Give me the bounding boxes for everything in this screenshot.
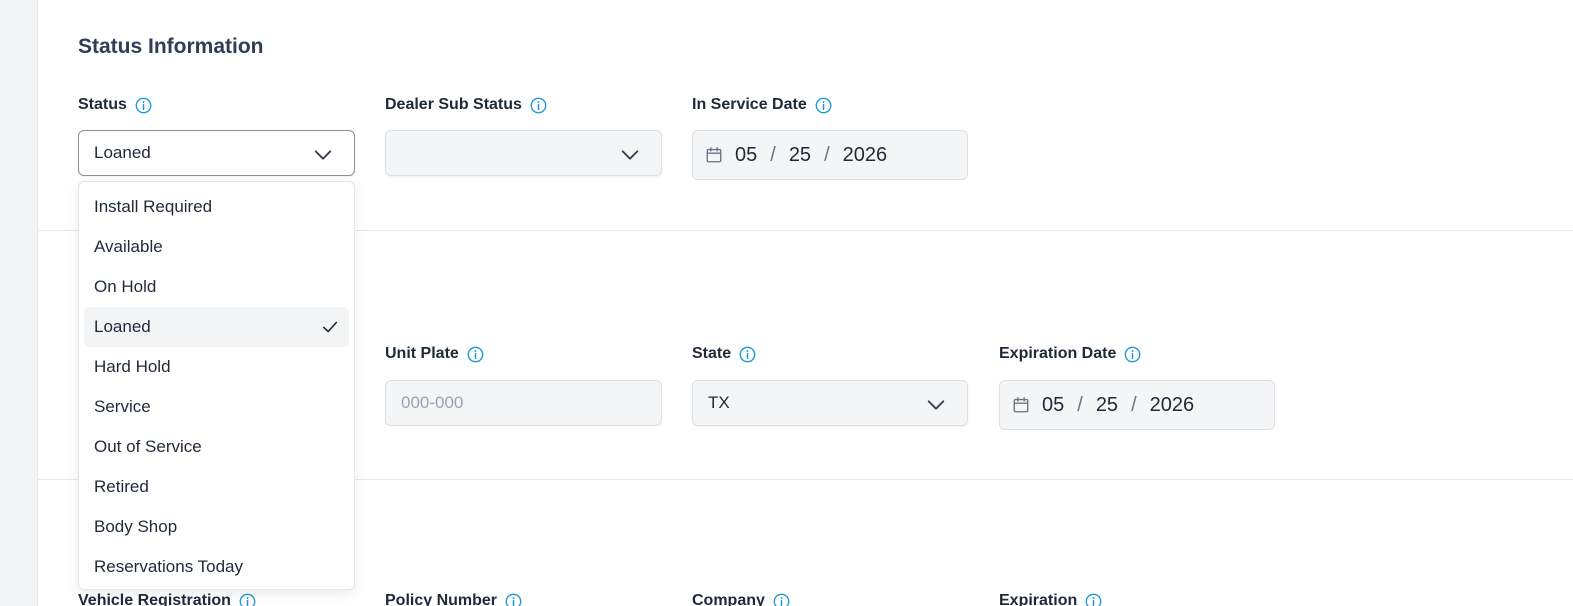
calendar-icon[interactable] (705, 146, 723, 164)
expiration-label: Expiration (999, 592, 1102, 606)
vehicle-registration-label-text: Vehicle Registration (78, 592, 231, 606)
info-icon[interactable] (739, 346, 756, 363)
info-icon[interactable] (530, 97, 547, 114)
info-icon[interactable] (773, 593, 790, 606)
checkmark-icon (322, 321, 338, 333)
info-icon[interactable] (1124, 346, 1141, 363)
vehicle-registration-label: Vehicle Registration (78, 592, 256, 606)
state-label: State (692, 345, 756, 363)
status-option-label: Retired (94, 477, 149, 496)
status-option[interactable]: Retired (84, 467, 349, 507)
status-option[interactable]: Available (84, 227, 349, 267)
expiration-label-text: Expiration (999, 592, 1078, 606)
info-icon[interactable] (135, 97, 152, 114)
status-option-label: Install Required (94, 197, 213, 216)
state-label-text: State (692, 345, 732, 362)
info-icon[interactable] (505, 593, 522, 606)
date-year[interactable]: 2026 (843, 144, 888, 167)
chevron-down-icon (621, 150, 639, 160)
state-select[interactable]: TX (692, 380, 968, 426)
date-month[interactable]: 05 (735, 144, 757, 167)
chevron-down-icon (927, 400, 945, 410)
info-icon[interactable] (467, 346, 484, 363)
status-option-label: Service (94, 397, 151, 416)
status-option-label: On Hold (94, 277, 157, 296)
status-select[interactable]: Loaned (78, 130, 355, 176)
unit-plate-label-text: Unit Plate (385, 345, 459, 362)
dealer-sub-status-label: Dealer Sub Status (385, 96, 547, 114)
left-rail (0, 0, 38, 606)
date-month[interactable]: 05 (1042, 394, 1064, 417)
date-year[interactable]: 2026 (1150, 394, 1195, 417)
status-option[interactable]: On Hold (84, 267, 349, 307)
in-service-date-label: In Service Date (692, 96, 832, 114)
chevron-down-icon (314, 150, 332, 160)
unit-plate-input[interactable] (385, 380, 662, 426)
status-option[interactable]: Out of Service (84, 427, 349, 467)
status-option[interactable]: Service (84, 387, 349, 427)
date-day[interactable]: 25 (789, 144, 811, 167)
expiration-date-label: Expiration Date (999, 345, 1141, 363)
in-service-date-label-text: In Service Date (692, 96, 807, 113)
status-option[interactable]: Body Shop (84, 507, 349, 547)
dealer-sub-status-select[interactable] (385, 130, 662, 176)
status-option-label: Out of Service (94, 437, 202, 456)
section-title: Status Information (78, 35, 264, 58)
status-option[interactable]: Install Required (84, 187, 349, 227)
status-option-label: Available (94, 237, 163, 256)
status-label: Status (78, 96, 152, 114)
date-separator: / (824, 143, 830, 166)
info-icon[interactable] (1085, 593, 1102, 606)
status-option[interactable]: Hard Hold (84, 347, 349, 387)
status-label-text: Status (78, 96, 127, 113)
status-option-label: Body Shop (94, 517, 178, 536)
state-select-value: TX (708, 393, 730, 412)
status-option-label: Hard Hold (94, 357, 171, 376)
company-label: Company (692, 592, 790, 606)
dealer-sub-status-label-text: Dealer Sub Status (385, 96, 522, 113)
date-day[interactable]: 25 (1096, 394, 1118, 417)
status-option-label: Loaned (94, 317, 151, 336)
policy-number-label: Policy Number (385, 592, 522, 606)
policy-number-label-text: Policy Number (385, 592, 498, 606)
unit-plate-label: Unit Plate (385, 345, 484, 363)
info-icon[interactable] (815, 97, 832, 114)
date-separator: / (1077, 393, 1083, 416)
date-separator: / (1131, 393, 1137, 416)
expiration-date-label-text: Expiration Date (999, 345, 1117, 362)
company-label-text: Company (692, 592, 765, 606)
calendar-icon[interactable] (1012, 396, 1030, 414)
status-option[interactable]: Reservations Today (84, 547, 349, 587)
status-select-value: Loaned (94, 143, 151, 162)
status-option-label: Reservations Today (94, 557, 243, 576)
expiration-date-input[interactable]: 05 / 25 / 2026 (999, 380, 1275, 430)
status-option-selected[interactable]: Loaned (84, 307, 349, 347)
in-service-date-input[interactable]: 05 / 25 / 2026 (692, 130, 968, 180)
info-icon[interactable] (239, 593, 256, 606)
status-dropdown-menu: Install Required Available On Hold Loane… (78, 181, 355, 590)
date-separator: / (770, 143, 776, 166)
